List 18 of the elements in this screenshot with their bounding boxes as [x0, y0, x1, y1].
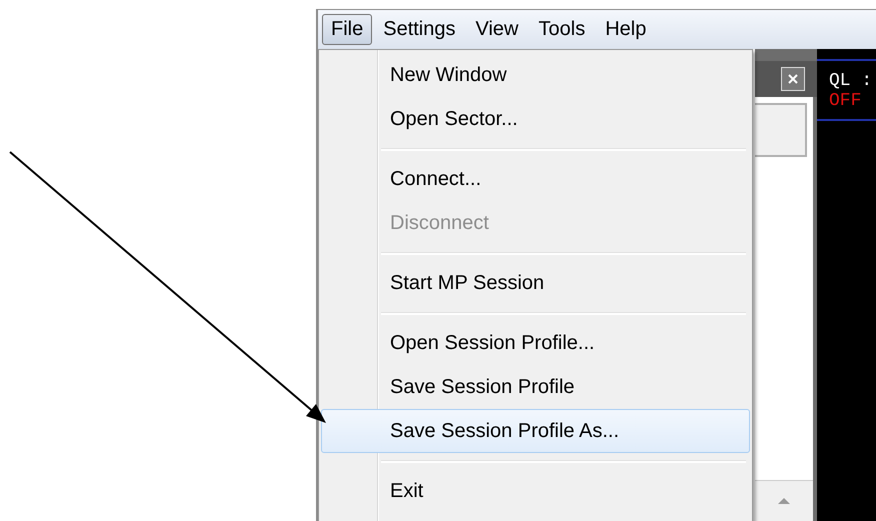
close-button[interactable] — [781, 67, 805, 91]
menu-bar-item[interactable]: View — [466, 14, 528, 45]
menu-item[interactable]: New Window — [321, 53, 750, 97]
menu-bar-item[interactable]: Tools — [530, 14, 594, 45]
close-icon[interactable] — [788, 74, 798, 84]
menu-bar-item[interactable]: Help — [596, 14, 656, 45]
menu-bar-item[interactable]: File — [322, 14, 372, 45]
menu-bar-item[interactable]: Settings — [374, 14, 464, 45]
menu-item[interactable]: Open Sector... — [321, 97, 750, 141]
menu-item[interactable]: Connect... — [321, 157, 750, 201]
menu-item[interactable]: Exit — [321, 469, 750, 513]
display-label: QL : — [829, 71, 874, 91]
menu-item[interactable]: Start MP Session — [321, 261, 750, 305]
status-text: OFF — [829, 91, 862, 111]
menu-item[interactable]: Save Session Profile As... — [321, 409, 750, 453]
up-arrow-icon[interactable] — [777, 497, 791, 505]
menu-item[interactable]: Save Session Profile — [321, 365, 750, 409]
menu-item[interactable]: Open Session Profile... — [321, 321, 750, 365]
